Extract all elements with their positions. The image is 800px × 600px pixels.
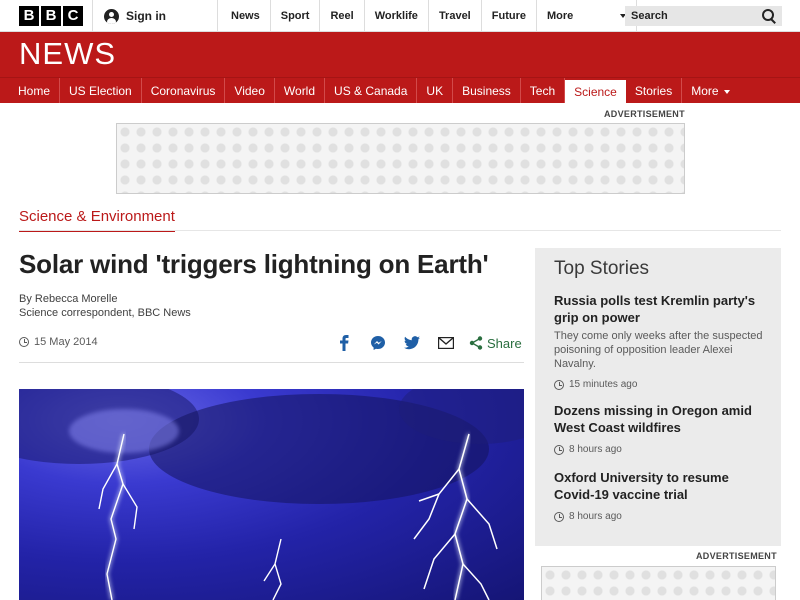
- bbc-logo[interactable]: B B C: [19, 6, 83, 26]
- sidebar-ad[interactable]: [541, 566, 776, 600]
- email-icon[interactable]: [429, 333, 463, 353]
- global-nav-worklife[interactable]: Worklife: [365, 0, 429, 32]
- news-nav: Home US Election Coronavirus Video World…: [0, 77, 800, 103]
- top-stories-panel: Top Stories Russia polls test Kremlin pa…: [535, 248, 781, 546]
- search-placeholder: Search: [631, 10, 668, 22]
- story-title[interactable]: Oxford University to resume Covid-19 vac…: [554, 469, 769, 503]
- date-text: 15 May 2014: [34, 336, 98, 348]
- search-input[interactable]: Search: [625, 6, 782, 26]
- ad-label: ADVERTISEMENT: [604, 109, 685, 119]
- logo-letter: B: [41, 6, 61, 26]
- story-item[interactable]: Oxford University to resume Covid-19 vac…: [554, 469, 769, 522]
- logo-letter: C: [63, 6, 83, 26]
- bbc-global-bar: B B C Sign in News Sport Reel Worklife T…: [0, 0, 800, 32]
- signin-label: Sign in: [126, 9, 166, 23]
- section-link[interactable]: Science & Environment: [19, 208, 175, 232]
- lightning-illustration: [19, 389, 524, 600]
- story-time: 8 hours ago: [569, 511, 622, 522]
- share-tools: Share: [327, 333, 522, 353]
- global-nav-sport[interactable]: Sport: [271, 0, 321, 32]
- story-timestamp: 8 hours ago: [554, 444, 769, 455]
- leaderboard-ad[interactable]: [116, 123, 685, 194]
- global-nav-future[interactable]: Future: [482, 0, 537, 32]
- nav-coronavirus[interactable]: Coronavirus: [142, 78, 226, 103]
- global-nav-travel[interactable]: Travel: [429, 0, 482, 32]
- divider: [19, 230, 781, 231]
- nav-us-election[interactable]: US Election: [60, 78, 142, 103]
- story-time: 8 hours ago: [569, 444, 622, 455]
- nav-stories[interactable]: Stories: [626, 78, 683, 103]
- nav-home[interactable]: Home: [9, 78, 61, 103]
- facebook-icon[interactable]: [327, 333, 361, 353]
- global-nav-more[interactable]: More: [537, 0, 637, 32]
- clock-icon: [554, 379, 564, 390]
- nav-more[interactable]: More: [682, 78, 738, 103]
- top-stories-title: Top Stories: [554, 258, 650, 279]
- search-icon[interactable]: [762, 9, 776, 23]
- chevron-down-icon: [723, 90, 730, 94]
- article-meta: 15 May 2014 Share: [19, 333, 524, 363]
- nav-video[interactable]: Video: [225, 78, 275, 103]
- nav-business[interactable]: Business: [453, 78, 521, 103]
- share-label: Share: [487, 335, 522, 351]
- more-label: More: [546, 10, 574, 22]
- nav-more-label: More: [691, 83, 719, 98]
- user-icon: [104, 8, 119, 24]
- twitter-icon[interactable]: [395, 333, 429, 353]
- nav-uk[interactable]: UK: [417, 78, 454, 103]
- author-name: By Rebecca Morelle: [19, 293, 118, 305]
- clock-icon: [554, 444, 564, 455]
- author-role: Science correspondent, BBC News: [19, 307, 191, 319]
- story-title[interactable]: Russia polls test Kremlin party's grip o…: [554, 292, 769, 326]
- share-button[interactable]: Share: [469, 336, 522, 351]
- story-summary: They come only weeks after the suspected…: [554, 330, 763, 370]
- clock-icon: [19, 337, 29, 347]
- lightning-hero-image: [19, 389, 524, 600]
- nav-world[interactable]: World: [275, 78, 326, 103]
- byline: By Rebecca Morelle Science correspondent…: [19, 292, 191, 320]
- ad-label: ADVERTISEMENT: [696, 551, 777, 561]
- story-item[interactable]: Dozens missing in Oregon amid West Coast…: [554, 402, 769, 455]
- nav-science[interactable]: Science: [565, 80, 626, 103]
- messenger-icon[interactable]: [361, 333, 395, 353]
- story-title[interactable]: Dozens missing in Oregon amid West Coast…: [554, 402, 769, 436]
- logo-letter: B: [19, 6, 39, 26]
- clock-icon: [554, 511, 564, 522]
- article-headline: Solar wind 'triggers lightning on Earth': [19, 249, 489, 279]
- news-masthead: NEWS: [0, 32, 800, 77]
- signin-button[interactable]: Sign in: [92, 0, 218, 32]
- global-nav-news[interactable]: News: [221, 0, 271, 32]
- article-date: 15 May 2014: [19, 336, 98, 348]
- global-nav-reel[interactable]: Reel: [320, 0, 365, 32]
- nav-tech[interactable]: Tech: [521, 78, 566, 103]
- story-time: 15 minutes ago: [569, 379, 638, 390]
- story-item[interactable]: Russia polls test Kremlin party's grip o…: [554, 292, 769, 390]
- global-nav: News Sport Reel Worklife Travel Future M…: [221, 0, 637, 32]
- story-timestamp: 8 hours ago: [554, 511, 769, 522]
- news-logo[interactable]: NEWS: [19, 36, 116, 72]
- share-icon: [469, 336, 483, 350]
- story-timestamp: 15 minutes ago: [554, 379, 769, 390]
- nav-us-canada[interactable]: US & Canada: [325, 78, 418, 103]
